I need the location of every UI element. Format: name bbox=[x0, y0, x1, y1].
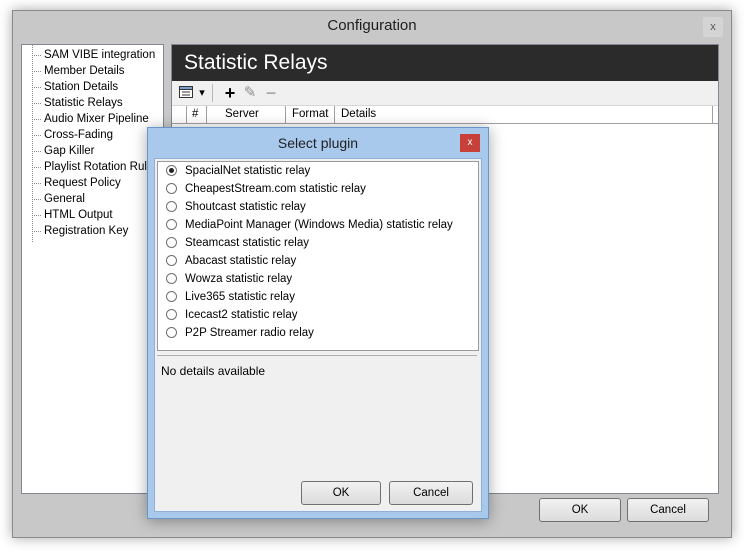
option-label: Abacast statistic relay bbox=[185, 255, 297, 267]
tree-item-html-output[interactable]: HTML Output bbox=[22, 207, 163, 223]
radio-button[interactable] bbox=[166, 165, 177, 176]
radio-button[interactable] bbox=[166, 327, 177, 338]
plugin-option-spacialnet[interactable]: SpacialNet statistic relay bbox=[158, 162, 478, 180]
option-label: Icecast2 statistic relay bbox=[185, 309, 298, 321]
toolbar-separator bbox=[212, 84, 213, 102]
tree-item-station-details[interactable]: Station Details bbox=[22, 79, 163, 95]
tree-item-request-policy[interactable]: Request Policy bbox=[22, 175, 163, 191]
plugin-option-mediapoint[interactable]: MediaPoint Manager (Windows Media) stati… bbox=[158, 216, 478, 234]
tree-item-statistic-relays[interactable]: Statistic Relays bbox=[22, 95, 163, 111]
column-number[interactable]: # bbox=[187, 106, 207, 123]
window-title: Configuration bbox=[327, 17, 417, 34]
column-format[interactable]: Format bbox=[287, 106, 335, 123]
remove-relay-button[interactable]: − bbox=[263, 84, 279, 102]
dialog-ok-button[interactable]: OK bbox=[301, 481, 381, 505]
plugin-option-wowza[interactable]: Wowza statistic relay bbox=[158, 270, 478, 288]
plugin-options: SpacialNet statistic relay CheapestStrea… bbox=[157, 161, 479, 351]
select-plugin-dialog: Select plugin x SpacialNet statistic rel… bbox=[147, 127, 489, 519]
option-label: CheapestStream.com statistic relay bbox=[185, 183, 366, 195]
plugin-option-p2p-streamer[interactable]: P2P Streamer radio relay bbox=[158, 324, 478, 342]
option-label: SpacialNet statistic relay bbox=[185, 165, 311, 177]
plugin-details: No details available bbox=[157, 355, 477, 471]
plugin-option-icecast2[interactable]: Icecast2 statistic relay bbox=[158, 306, 478, 324]
radio-button[interactable] bbox=[166, 255, 177, 266]
dropdown-arrow-icon[interactable]: ▾ bbox=[196, 84, 208, 102]
tree-item-gap-killer[interactable]: Gap Killer bbox=[22, 143, 163, 159]
relay-toolbar: ▾ + ✎ − bbox=[172, 81, 718, 106]
page-title: Statistic Relays bbox=[172, 45, 718, 81]
relay-list-icon[interactable] bbox=[178, 84, 194, 102]
tree-list: SAM VIBE integration Member Details Stat… bbox=[22, 45, 163, 242]
radio-button[interactable] bbox=[166, 201, 177, 212]
radio-button[interactable] bbox=[166, 237, 177, 248]
edit-tools-icon[interactable]: ✎ bbox=[242, 84, 258, 102]
radio-button[interactable] bbox=[166, 291, 177, 302]
plugin-option-steamcast[interactable]: Steamcast statistic relay bbox=[158, 234, 478, 252]
option-label: Live365 statistic relay bbox=[185, 291, 295, 303]
tree-item-playlist-rotation[interactable]: Playlist Rotation Rules bbox=[22, 159, 163, 175]
plugin-option-abacast[interactable]: Abacast statistic relay bbox=[158, 252, 478, 270]
ok-button[interactable]: OK bbox=[539, 498, 621, 522]
option-label: P2P Streamer radio relay bbox=[185, 327, 314, 339]
tree-item-registration-key[interactable]: Registration Key bbox=[22, 223, 163, 239]
plugin-option-cheapeststream[interactable]: CheapestStream.com statistic relay bbox=[158, 180, 478, 198]
option-label: Steamcast statistic relay bbox=[185, 237, 309, 249]
radio-button[interactable] bbox=[166, 183, 177, 194]
tree-item-audio-mixer[interactable]: Audio Mixer Pipeline bbox=[22, 111, 163, 127]
dialog-cancel-button[interactable]: Cancel bbox=[389, 481, 473, 505]
radio-button[interactable] bbox=[166, 273, 177, 284]
tree-item-cross-fading[interactable]: Cross-Fading bbox=[22, 127, 163, 143]
radio-button[interactable] bbox=[166, 219, 177, 230]
dialog-body: SpacialNet statistic relay CheapestStrea… bbox=[154, 158, 482, 512]
add-relay-button[interactable]: + bbox=[222, 84, 238, 102]
column-details[interactable]: Details bbox=[336, 106, 713, 123]
option-label: Shoutcast statistic relay bbox=[185, 201, 306, 213]
cancel-button[interactable]: Cancel bbox=[627, 498, 709, 522]
tree-item-member-details[interactable]: Member Details bbox=[22, 63, 163, 79]
window-close-button[interactable]: x bbox=[703, 17, 723, 37]
tree-item-general[interactable]: General bbox=[22, 191, 163, 207]
plugin-option-live365[interactable]: Live365 statistic relay bbox=[158, 288, 478, 306]
details-text: No details available bbox=[161, 364, 266, 378]
option-label: Wowza statistic relay bbox=[185, 273, 293, 285]
dialog-title: Select plugin bbox=[277, 135, 359, 151]
radio-button[interactable] bbox=[166, 309, 177, 320]
plugin-option-shoutcast[interactable]: Shoutcast statistic relay bbox=[158, 198, 478, 216]
tree-item-sam-vibe[interactable]: SAM VIBE integration bbox=[22, 47, 163, 63]
settings-tree: SAM VIBE integration Member Details Stat… bbox=[21, 44, 164, 494]
row-indicator-column bbox=[172, 106, 187, 123]
relay-table-header: # Server Format Details bbox=[172, 106, 718, 124]
dialog-close-button[interactable]: x bbox=[460, 134, 480, 152]
column-server[interactable]: Server bbox=[220, 106, 286, 123]
option-label: MediaPoint Manager (Windows Media) stati… bbox=[185, 219, 453, 231]
